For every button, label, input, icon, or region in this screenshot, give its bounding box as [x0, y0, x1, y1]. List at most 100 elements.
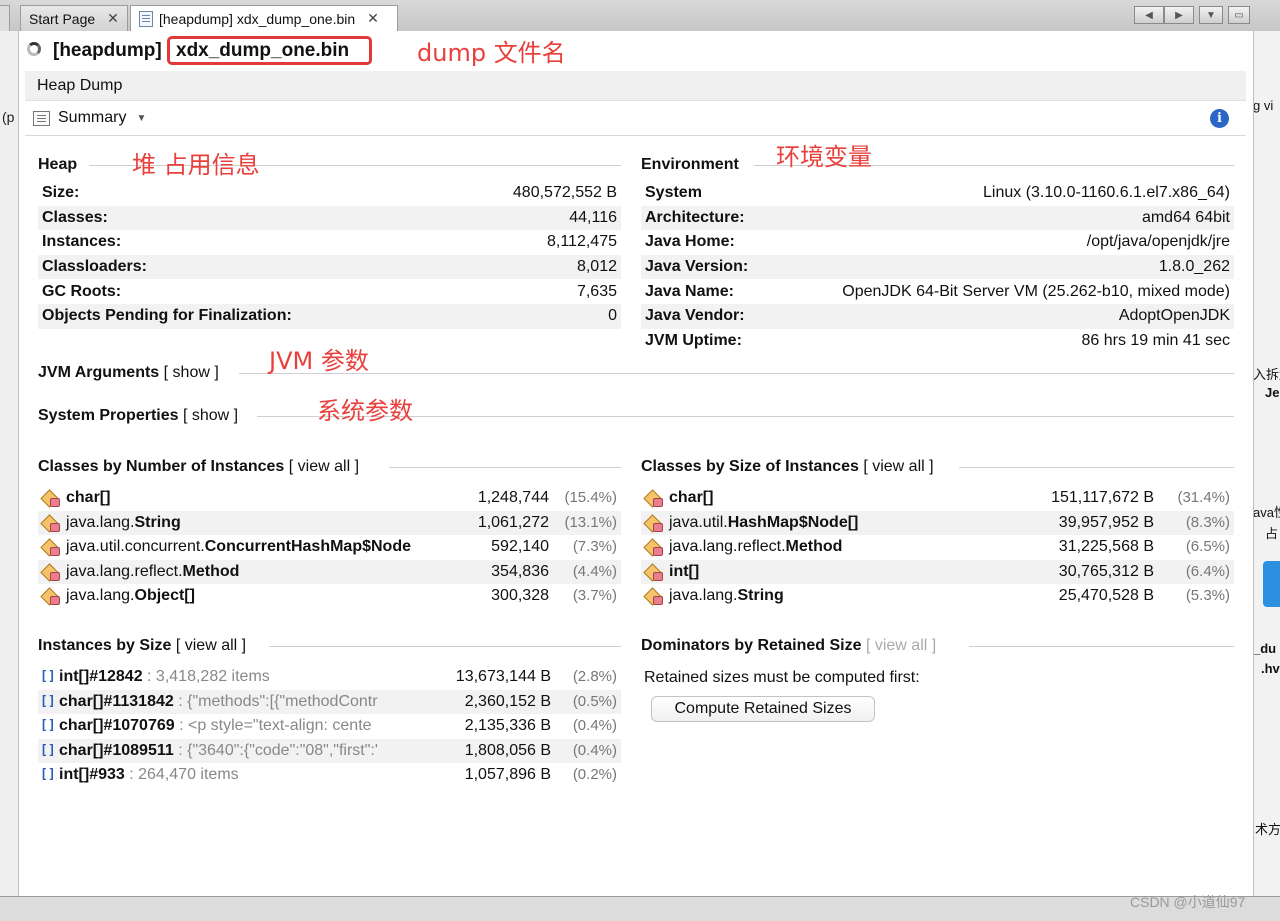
instance-name[interactable]: char[]#1089511 : {"3640":{"code":"08","f…: [59, 742, 422, 760]
class-name[interactable]: java.util.HashMap$Node[]: [669, 514, 858, 532]
tab-stub[interactable]: [0, 5, 10, 31]
instances-by-size-view-all-link[interactable]: [ view all ]: [176, 637, 246, 654]
tab-label: [heapdump] xdx_dump_one.bin: [159, 10, 356, 27]
right-background-window: g vi 入拆解 Je ava性 占 _du .hv 术方: [1253, 31, 1280, 897]
classes-by-size-title: Classes by Size of Instances [ view all …: [641, 458, 934, 476]
table-row[interactable]: [] int[]#933 : 264,470 items 1,057,896 B (0…: [38, 763, 621, 788]
tab-start-page[interactable]: Start Page ✕: [20, 5, 128, 31]
instance-detail: : 264,470 items: [124, 766, 239, 784]
close-icon[interactable]: ✕: [107, 10, 119, 27]
system-properties-title: System Properties [ show ]: [38, 407, 238, 425]
instance-name[interactable]: char[]#1070769 : <p style="text-align: c…: [59, 717, 422, 735]
instance-name[interactable]: int[]#12842 : 3,418,282 items: [59, 668, 422, 686]
row-value: Linux (3.10.0-1160.6.1.el7.x86_64): [983, 184, 1230, 202]
instances-by-size-label: Instances by Size: [38, 637, 172, 654]
class-name[interactable]: java.lang.String: [669, 587, 784, 605]
left-background-window: (p: [0, 31, 18, 897]
system-properties-show-link[interactable]: [ show ]: [183, 407, 238, 424]
table-row[interactable]: java.lang.String 25,470,528 B (5.3%): [641, 584, 1234, 609]
compute-retained-sizes-button[interactable]: Compute Retained Sizes: [651, 696, 875, 722]
close-icon[interactable]: ✕: [367, 10, 379, 27]
row-key: Size:: [42, 184, 80, 202]
scroll-left-icon[interactable]: ◀: [1134, 6, 1164, 24]
class-name[interactable]: int[]: [669, 563, 699, 581]
class-name[interactable]: java.lang.Object[]: [66, 587, 195, 605]
class-icon-part: [653, 547, 663, 557]
class-simple-name: char[]: [669, 489, 714, 506]
heap-dump-toolbar: Heap Dump: [25, 71, 1246, 101]
instance-id: char[]#1089511: [59, 741, 174, 759]
tab-label: Start Page: [29, 10, 96, 27]
table-row[interactable]: java.util.HashMap$Node[] 39,957,952 B (8.3…: [641, 510, 1234, 536]
classes-by-count-label: Classes by Number of Instances: [38, 458, 285, 475]
instance-percentage: (0.4%): [572, 741, 617, 759]
class-name[interactable]: char[]: [669, 489, 713, 507]
table-row[interactable]: java.lang.Object[] 300,328 (3.7%): [38, 584, 621, 609]
summary-dropdown[interactable]: Summary ▼: [33, 105, 146, 131]
class-name[interactable]: java.lang.reflect.Method: [66, 563, 239, 581]
class-name[interactable]: java.lang.reflect.Method: [669, 538, 842, 556]
document-icon: [139, 10, 153, 27]
class-count: 592,140: [491, 538, 549, 556]
table-row[interactable]: char[] 1,248,744 (15.4%): [38, 486, 621, 511]
classes-by-count-view-all-link[interactable]: [ view all ]: [289, 458, 359, 475]
class-percentage: (6.5%): [1185, 538, 1230, 556]
class-icon: [643, 489, 663, 508]
background-text: ava性: [1253, 505, 1280, 520]
instance-size: 1,057,896 B: [464, 766, 551, 784]
environment-title: Environment: [641, 156, 739, 173]
table-row[interactable]: [] char[]#1131842 : {"methods":[{"methodC…: [38, 689, 621, 715]
row-value: /opt/java/openjdk/jre: [1086, 233, 1230, 251]
dominators-title: Dominators by Retained Size [ view all ]: [641, 637, 936, 655]
table-row[interactable]: [] char[]#1070769 : <p style="text-align:…: [38, 714, 621, 739]
maximize-icon[interactable]: ▭: [1228, 6, 1250, 24]
summary-icon: [33, 110, 50, 126]
row-value: 86 hrs 19 min 41 sec: [1081, 331, 1230, 349]
array-icon: []: [40, 767, 56, 783]
instance-name[interactable]: char[]#1131842 : {"methods":[{"methodCon…: [59, 693, 422, 711]
table-row[interactable]: java.lang.String 1,061,272 (13.1%): [38, 510, 621, 536]
retained-sizes-message: Retained sizes must be computed first:: [644, 669, 920, 686]
row-key: Java Home:: [645, 233, 735, 251]
table-row[interactable]: int[] 30,765,312 B (6.4%): [641, 559, 1234, 585]
class-percentage: (31.4%): [1177, 489, 1230, 506]
heap-dump-label: Heap Dump: [37, 76, 123, 94]
system-properties-label: System Properties: [38, 407, 179, 424]
dropdown-icon[interactable]: ▼: [1199, 6, 1223, 24]
divider: [239, 373, 1234, 374]
page-title-prefix: [heapdump]: [53, 40, 162, 61]
instance-name[interactable]: int[]#933 : 264,470 items: [59, 766, 422, 784]
class-icon: [40, 513, 60, 533]
class-icon-part: [50, 498, 60, 507]
instance-id: int[]#12842: [59, 668, 143, 685]
table-row[interactable]: [] char[]#1089511 : {"3640":{"code":"08",…: [38, 738, 621, 764]
instance-size: 2,135,336 B: [464, 717, 551, 735]
class-package: java.lang.: [669, 587, 738, 605]
table-row[interactable]: char[] 151,117,672 B (31.4%): [641, 486, 1234, 511]
table-row[interactable]: [] int[]#12842 : 3,418,282 items 13,673,14…: [38, 665, 621, 690]
row-value: AdoptOpenJDK: [1118, 307, 1230, 325]
row-value: OpenJDK 64-Bit Server VM (25.262-b10, mi…: [842, 282, 1230, 300]
background-text: _du: [1253, 641, 1277, 656]
scroll-right-icon[interactable]: ▶: [1164, 6, 1194, 24]
info-icon[interactable]: i: [1210, 109, 1229, 128]
class-percentage: (3.7%): [572, 587, 617, 605]
annotation-jvm: JVM 参数: [269, 347, 369, 375]
jvm-arguments-show-link[interactable]: [ show ]: [164, 364, 219, 381]
table-row[interactable]: java.lang.reflect.Method 354,836 (4.4%): [38, 559, 621, 585]
table-row[interactable]: java.lang.reflect.Method 31,225,568 B (6.5…: [641, 535, 1234, 560]
tab-heapdump[interactable]: [heapdump] xdx_dump_one.bin ✕: [130, 5, 398, 31]
background-text: (p: [2, 109, 15, 125]
class-name[interactable]: char[]: [66, 489, 110, 507]
class-name[interactable]: java.util.concurrent.ConcurrentHashMap$N…: [66, 538, 411, 556]
class-name[interactable]: java.lang.String: [66, 514, 181, 532]
class-percentage: (5.3%): [1185, 587, 1230, 605]
table-row[interactable]: java.util.concurrent.ConcurrentHashMap$N…: [38, 535, 621, 560]
instance-id: char[]#1131842: [59, 692, 174, 710]
status-bar: [0, 896, 1280, 921]
class-package: java.lang.: [66, 513, 135, 531]
class-simple-name: char[]: [66, 489, 111, 506]
array-icon: []: [40, 718, 56, 734]
row-value: 480,572,552 B: [512, 184, 617, 202]
classes-by-size-view-all-link[interactable]: [ view all ]: [863, 458, 933, 475]
